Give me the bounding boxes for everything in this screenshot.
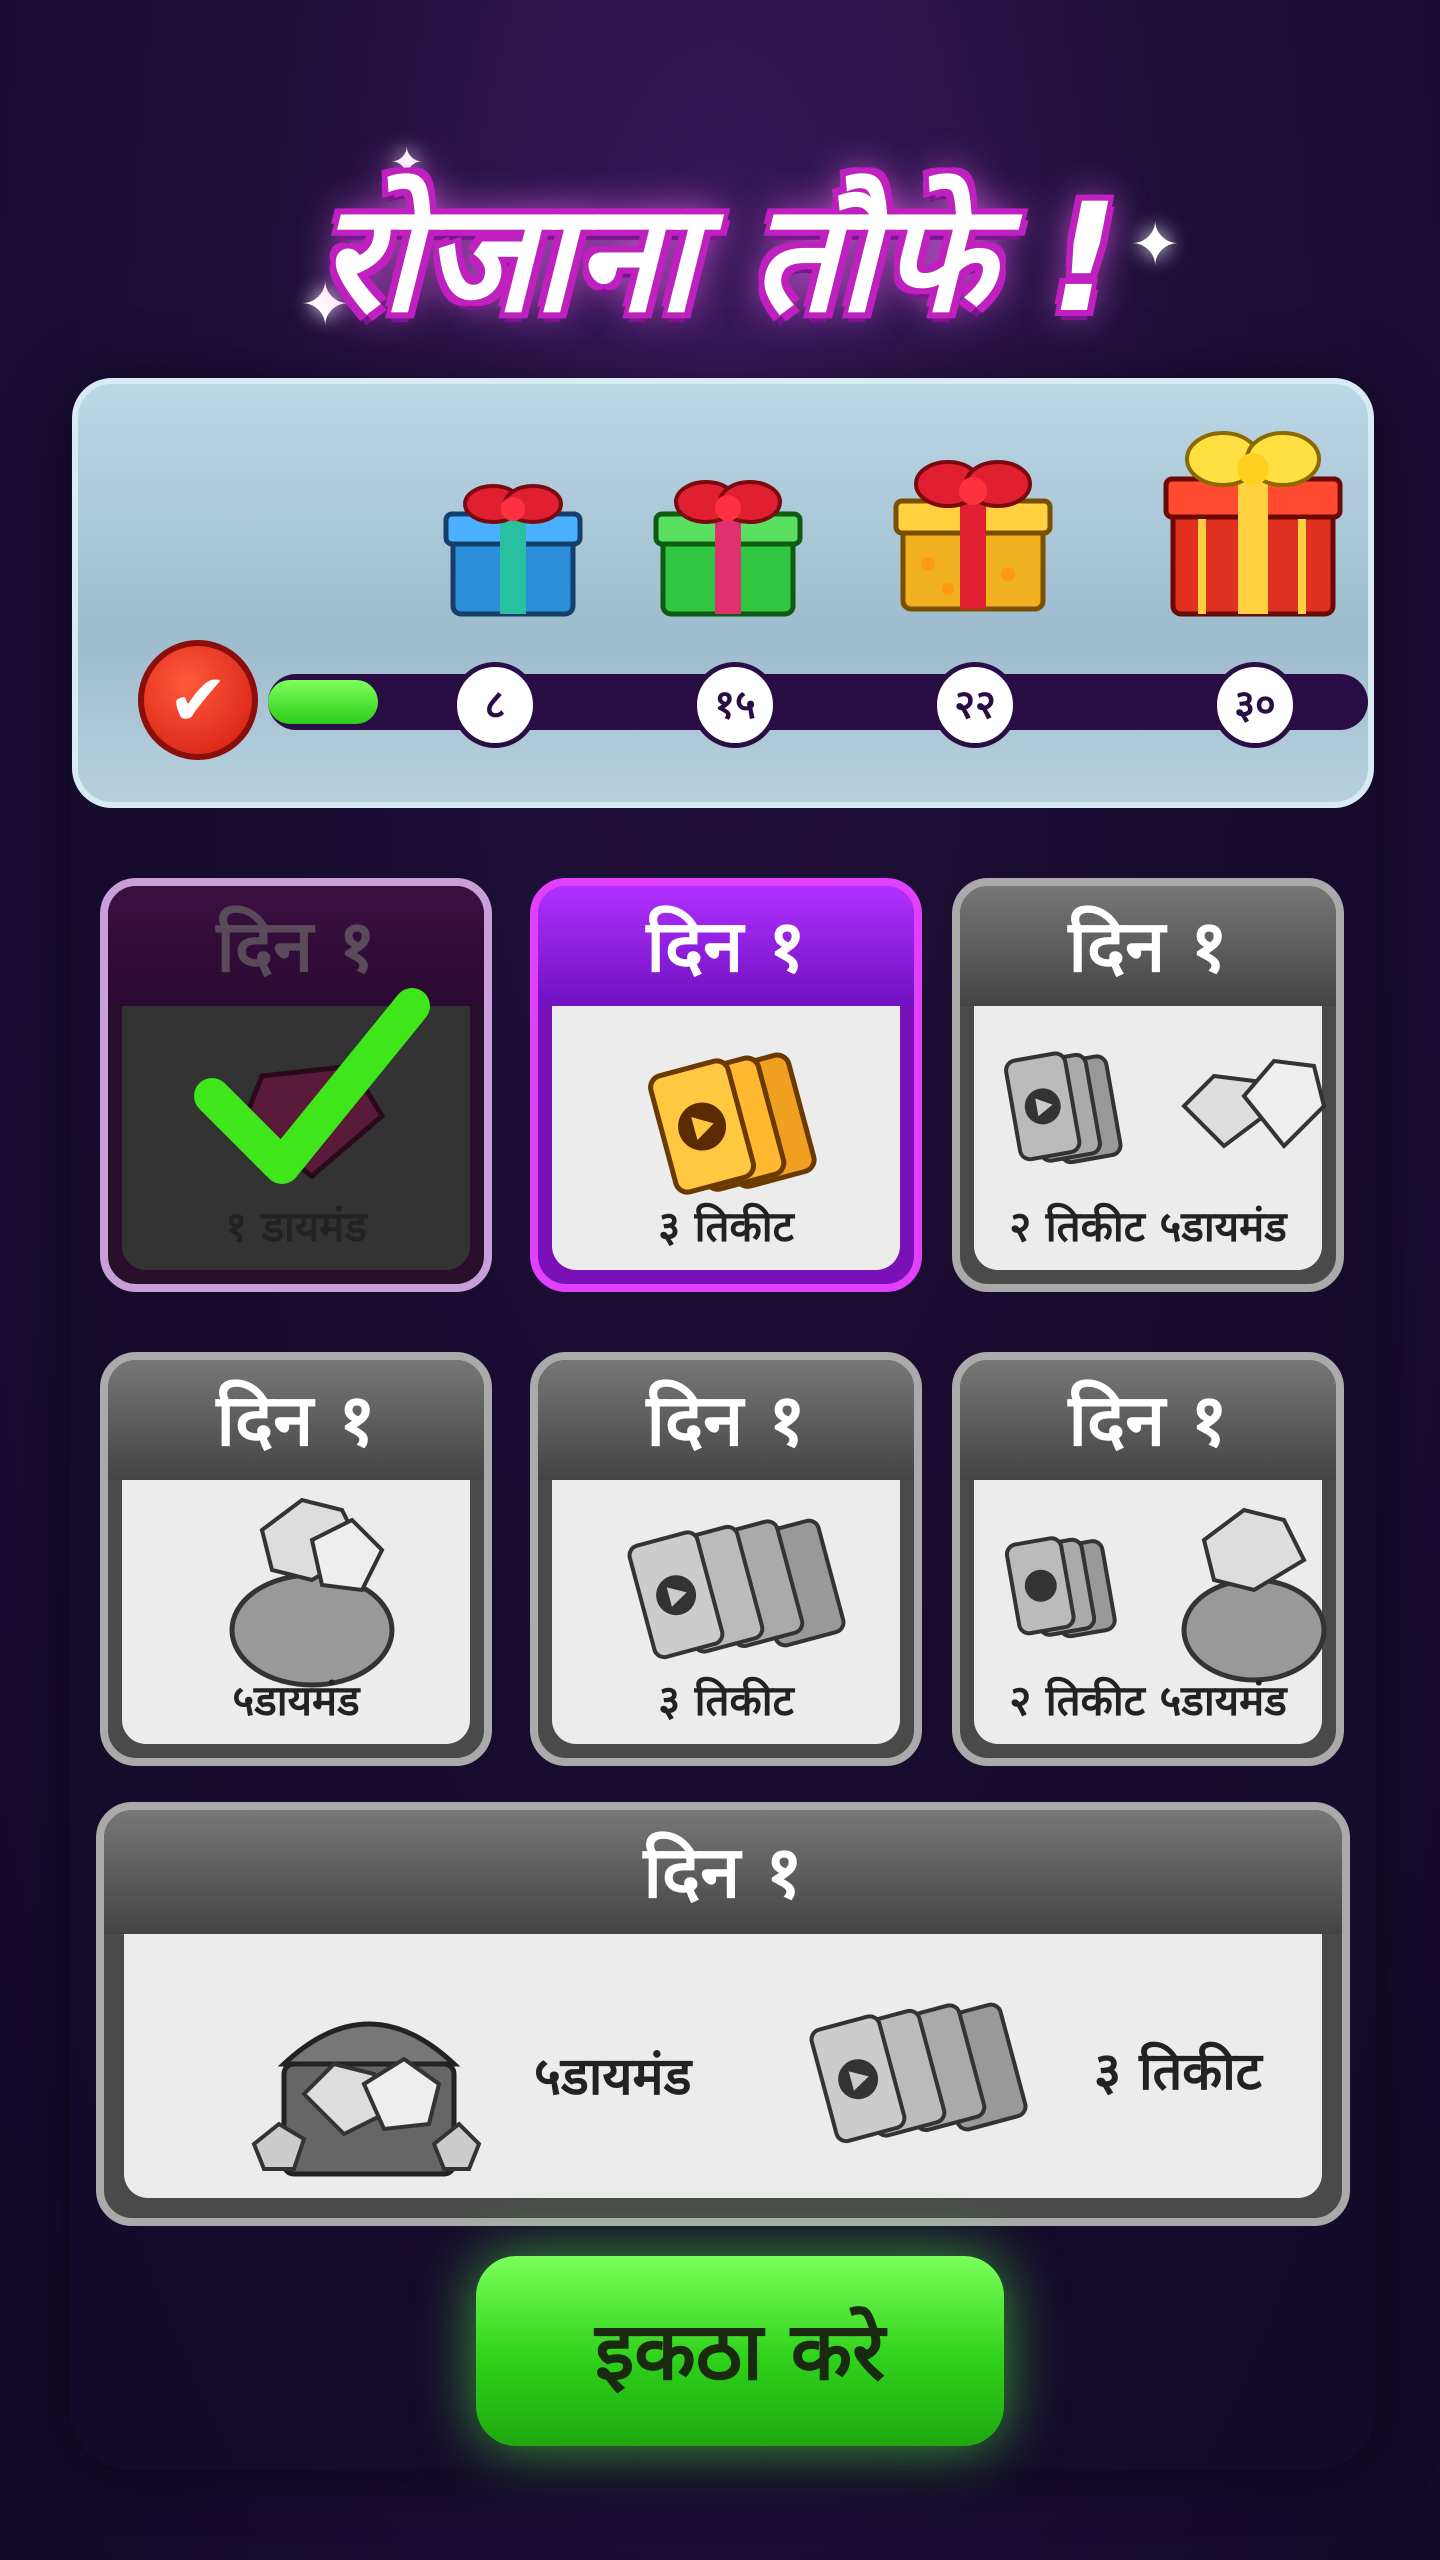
milestone-30: ३० xyxy=(1212,662,1298,748)
treasure-chest-icon xyxy=(251,2021,482,2177)
tickets-grey-icon xyxy=(627,1518,846,1660)
reward-label: २ तिकीट ५डायमंड xyxy=(1009,1202,1287,1251)
tickets-diamonds-icon xyxy=(1004,1051,1327,1165)
progress-fill xyxy=(268,680,378,724)
card-body: २ तिकीट ५डायमंड xyxy=(974,1480,1327,1744)
reward-label: ३ तिकीट xyxy=(658,1676,794,1725)
milestone-15: १५ xyxy=(692,662,778,748)
card-body: २ तिकीट ५डायमंड xyxy=(974,1006,1327,1270)
day-label: दिन १ xyxy=(960,886,1336,1006)
diamond-bag-icon xyxy=(229,1497,395,1688)
day-card-1: दिन १ १ डायमंड xyxy=(100,878,492,1292)
tickets-grey-icon xyxy=(809,2002,1028,2144)
ticket-gold-icon xyxy=(648,1052,817,1195)
card-body: ५डायमंड ३ तिकीट xyxy=(124,1934,1322,2198)
gift-box-large-icon xyxy=(1163,431,1343,617)
card-body: ५डायमंड xyxy=(122,1480,470,1744)
milestone-8: ८ xyxy=(452,662,538,748)
day-card-4: दिन १ ५डायमंड xyxy=(100,1352,492,1766)
card-body: १ डायमंड xyxy=(122,988,470,1270)
gift-box-green-icon xyxy=(653,480,803,617)
tickets-diamond-bag-icon xyxy=(1004,1507,1327,1683)
card-body: ३ तिकीट xyxy=(552,1006,900,1270)
gift-box-yellow-icon xyxy=(893,460,1053,612)
reward-label: १ डायमंड xyxy=(225,1202,367,1251)
reward-label: ३ तिकीट xyxy=(658,1202,794,1251)
day-card-7: दिन १ ५डायमंड ३ तिकीट xyxy=(96,1802,1350,2226)
day-label: दिन १ xyxy=(960,1360,1336,1480)
progress-track xyxy=(268,674,1368,730)
milestone-22: २२ xyxy=(932,662,1018,748)
reward-label-tickets: ३ तिकीट xyxy=(1094,2042,1262,2102)
reward-label-diamonds: ५डायमंड xyxy=(534,2047,692,2107)
checkmark-icon: ✔ xyxy=(138,640,258,760)
day-card-3: दिन १ २ तिकीट ५डायमंड xyxy=(952,878,1344,1292)
day-label: दिन १ xyxy=(108,1360,484,1480)
page-title: रोजाना तौफे ! xyxy=(319,172,1121,346)
day-label: दिन १ xyxy=(538,1360,914,1480)
reward-label: ५डायमंड xyxy=(232,1676,360,1725)
day-card-6: दिन १ २ तिकीट ५डायमंड xyxy=(952,1352,1344,1766)
day-label: दिन १ xyxy=(538,886,914,1006)
day-card-2[interactable]: दिन १ ३ तिकीट xyxy=(530,878,922,1292)
gift-box-blue-icon xyxy=(443,484,583,617)
card-body: ३ तिकीट xyxy=(552,1480,900,1744)
progress-panel: ✔ ८ १५ २२ ३० xyxy=(72,378,1374,808)
reward-label: २ तिकीट ५डायमंड xyxy=(1009,1676,1287,1725)
day-card-5: दिन १ ३ तिकीट xyxy=(530,1352,922,1766)
day-label: दिन १ xyxy=(104,1810,1342,1934)
collect-button[interactable]: इकठा करे xyxy=(476,2256,1004,2446)
